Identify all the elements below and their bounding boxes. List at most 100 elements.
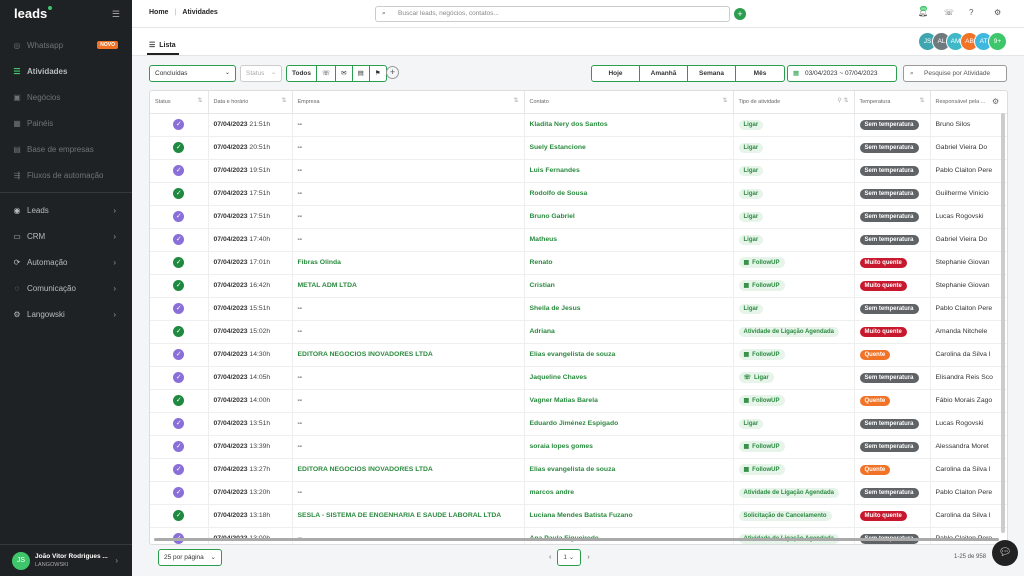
contact-cell[interactable]: Kladita Nery dos Santos — [524, 113, 734, 137]
activity-search-input[interactable]: ⌕ Pesquise por Atividade — [903, 65, 1007, 82]
check-icon[interactable]: ✓ — [173, 349, 185, 360]
date-button-hoje[interactable]: Hoje — [592, 66, 640, 81]
sidebar-item-neg-cios[interactable]: ▣ Negócios — [0, 84, 132, 110]
contact-cell[interactable]: Ana Paula Figueirede — [524, 527, 734, 544]
contact-cell[interactable]: soraia lopes gomes — [524, 435, 734, 459]
next-page-button[interactable]: › — [587, 554, 589, 561]
table-row[interactable]: ✓07/04/2023 13:00h--Ana Paula Figueirede… — [150, 527, 1007, 544]
sidebar-item-pain-is[interactable]: ▦ Painéis — [0, 110, 132, 136]
contact-cell[interactable]: Renato — [524, 251, 734, 275]
table-row[interactable]: ✓ 07/04/2023 13:20h -- marcos andre Atividad… — [150, 481, 1007, 505]
table-row[interactable]: ✓ 07/04/2023 13:18h SESLA - SISTEMA DE ENG… — [150, 504, 1007, 528]
table-row[interactable]: ✓ 07/04/2023 16:42h METAL ADM LTDA Cristian… — [150, 274, 1007, 298]
contact-cell[interactable]: Elias evangelista de souza — [524, 458, 734, 482]
check-icon[interactable]: ✓ — [173, 395, 185, 406]
sidebar-item-fluxos-de-automa-o[interactable]: ⇶ Fluxos de automação — [0, 162, 132, 188]
status-filter[interactable]: Status ⌄ — [240, 65, 282, 82]
table-row[interactable]: ✓ 07/04/2023 15:51h -- Sheila de Jesus Ligar… — [150, 297, 1007, 321]
table-row[interactable]: ✓ 07/04/2023 17:40h -- Matheus Ligar Sem temp… — [150, 228, 1007, 252]
sidebar-item-whatsapp[interactable]: ◎ Whatsapp NOVO — [0, 32, 132, 58]
check-icon[interactable]: ✓ — [173, 257, 185, 268]
column-header[interactable]: Tipo de atividade ⚲ ⇅ — [733, 91, 855, 114]
table-row[interactable]: ✓ 07/04/2023 14:00h -- Vagner Matias Barela… — [150, 389, 1007, 413]
check-icon[interactable]: ✓ — [173, 142, 185, 153]
contact-cell[interactable]: Cristian — [524, 274, 734, 298]
check-icon[interactable]: ✓ — [173, 211, 185, 222]
sidebar-item-crm[interactable]: ▭ CRM › — [0, 223, 132, 249]
column-header[interactable]: Data e horário ⇅ — [208, 91, 293, 114]
global-search-input[interactable]: ⌕ Buscar leads, negócios, contatos... — [375, 6, 730, 22]
check-icon[interactable]: ✓ — [173, 188, 185, 199]
company-cell[interactable]: EDITORA NEGOCIOS INOVADORES LTDA — [292, 343, 525, 367]
sort-icon[interactable]: ⇅ — [197, 97, 202, 104]
company-cell[interactable]: METAL ADM LTDA — [292, 274, 525, 298]
per-page-select[interactable]: 25 por página ⌄ — [158, 549, 222, 566]
contact-cell[interactable]: Suely Estancione — [524, 136, 734, 160]
page-select[interactable]: 1 ⌄ — [557, 549, 582, 566]
avatar[interactable]: 9+ — [988, 32, 1007, 51]
contact-cell[interactable]: Bruno Gabriel — [524, 205, 734, 229]
add-button[interactable]: + — [734, 8, 746, 20]
check-icon[interactable]: ✓ — [173, 464, 185, 475]
contact-cell[interactable]: marcos andre — [524, 481, 734, 505]
table-row[interactable]: ✓ 07/04/2023 13:27h EDITORA NEGOCIOS INOVA… — [150, 458, 1007, 482]
filter-chip-3[interactable]: ▤ — [353, 66, 370, 81]
help-icon[interactable]: ? — [969, 8, 973, 17]
check-icon[interactable]: ✓ — [173, 234, 185, 245]
logo[interactable]: leads — [14, 6, 53, 21]
table-row[interactable]: ✓ 07/04/2023 21:51h -- Kladita Nery dos San… — [150, 113, 1007, 137]
contact-cell[interactable]: Adriana — [524, 320, 734, 344]
user-profile[interactable]: JS João Vitor Rodrigues ... LANGOWSKI › — [0, 544, 132, 576]
contact-cell[interactable]: Eduardo Jiménez Espigado — [524, 412, 734, 436]
check-icon[interactable]: ✓ — [173, 119, 185, 130]
table-row[interactable]: ✓ 07/04/2023 17:51h -- Rodolfo de Sousa Liga… — [150, 182, 1007, 206]
check-icon[interactable]: ✓ — [173, 510, 185, 521]
column-header[interactable]: Temperatura ⇅ — [854, 91, 931, 114]
horizontal-scrollbar[interactable] — [154, 538, 999, 541]
table-row[interactable]: ✓ 07/04/2023 14:05h -- Jaqueline Chaves ☏ Lig… — [150, 366, 1007, 390]
sort-icon[interactable]: ⇅ — [281, 97, 286, 104]
check-icon[interactable]: ✓ — [173, 441, 185, 452]
contact-cell[interactable]: Sheila de Jesus — [524, 297, 734, 321]
contact-cell[interactable]: Jaqueline Chaves — [524, 366, 734, 390]
contact-cell[interactable]: Elias evangelista de souza — [524, 343, 734, 367]
table-row[interactable]: ✓ 07/04/2023 13:51h -- Eduardo Jiménez Espi… — [150, 412, 1007, 436]
filter-chip-0[interactable]: Todos — [287, 66, 318, 81]
filter-chip-2[interactable]: ✉ — [336, 66, 353, 81]
date-button-amanhã[interactable]: Amanhã — [640, 66, 688, 81]
phone-icon[interactable]: ☏ — [944, 8, 954, 17]
status-select[interactable]: Concluídas ⌄ — [149, 65, 236, 82]
company-cell[interactable]: SESLA - SISTEMA DE ENGENHARIA E SAUDE LA… — [292, 504, 525, 528]
filter-chip-4[interactable]: ⚑ — [370, 66, 386, 81]
company-cell[interactable]: EDITORA NEGOCIOS INOVADORES LTDA — [292, 458, 525, 482]
check-icon[interactable]: ✓ — [173, 487, 185, 498]
sort-icon[interactable]: ⇅ — [722, 97, 727, 104]
add-filter-button[interactable]: + — [386, 66, 399, 79]
sidebar-item-leads[interactable]: ◉ Leads › — [0, 197, 132, 223]
table-row[interactable]: ✓ 07/04/2023 13:39h -- soraia lopes gomes ▦ F… — [150, 435, 1007, 459]
sidebar-item-atividades[interactable]: ☰ Atividades — [0, 58, 132, 84]
check-icon[interactable]: ✓ — [173, 326, 185, 337]
collapse-sidebar-icon[interactable]: ☰ — [112, 9, 120, 20]
contact-cell[interactable]: Rodolfo de Sousa — [524, 182, 734, 206]
sidebar-item-base-de-empresas[interactable]: ▤ Base de empresas — [0, 136, 132, 162]
column-settings-icon[interactable]: ⚙ — [992, 97, 999, 106]
check-icon[interactable]: ✓ — [173, 280, 185, 291]
check-icon[interactable]: ✓ — [173, 303, 185, 314]
prev-page-button[interactable]: ‹ — [549, 554, 551, 561]
table-row[interactable]: ✓ 07/04/2023 19:51h -- Luis Fernandes Ligar S… — [150, 159, 1007, 183]
sort-icon[interactable]: ⇅ — [919, 97, 924, 104]
column-header[interactable]: Empresa ⇅ — [292, 91, 525, 114]
sidebar-item-langowski[interactable]: ⚙ Langowski › — [0, 301, 132, 327]
table-row[interactable]: ✓ 07/04/2023 15:02h -- Adriana Atividade de … — [150, 320, 1007, 344]
sort-icon[interactable]: ⇅ — [513, 97, 518, 104]
contact-cell[interactable]: Vagner Matias Barela — [524, 389, 734, 413]
tab-lista[interactable]: ☰ Lista — [149, 41, 176, 49]
contact-cell[interactable]: Matheus — [524, 228, 734, 252]
breadcrumb-home[interactable]: Home — [149, 9, 168, 16]
check-icon[interactable]: ✓ — [173, 418, 185, 429]
company-cell[interactable]: Fibras Olinda — [292, 251, 525, 275]
date-range-picker[interactable]: ▦ 03/04/2023 ~ 07/04/2023 — [787, 65, 897, 82]
contact-cell[interactable]: Luciana Mendes Batista Fuzano — [524, 504, 734, 528]
check-icon[interactable]: ✓ — [173, 372, 185, 383]
